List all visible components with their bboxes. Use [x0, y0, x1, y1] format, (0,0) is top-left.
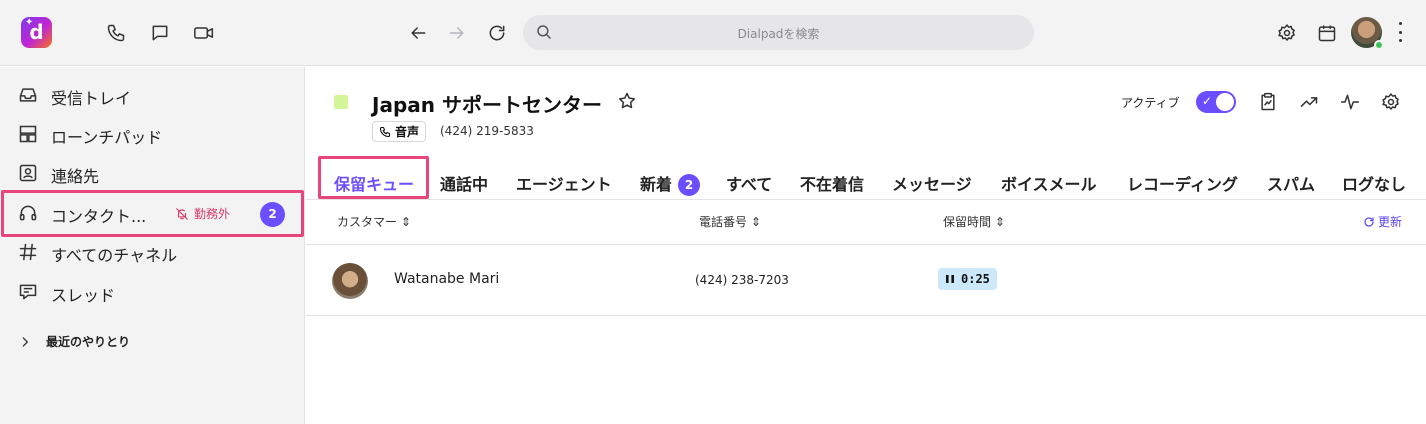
- channel-phone-number: (424) 219-5833: [440, 124, 534, 138]
- launchpad-icon: [18, 124, 38, 144]
- channel-color-square: [334, 95, 348, 109]
- sidebar: 受信トレイ ローンチパッド 連絡先 コンタクト... 勤務外 2 すべてのチャネ…: [0, 67, 305, 424]
- chat-icon[interactable]: [148, 21, 172, 45]
- tab-voicemail[interactable]: ボイスメール: [1001, 171, 1097, 195]
- more-menu-icon[interactable]: [1397, 22, 1403, 42]
- refresh-label: 更新: [1378, 215, 1403, 229]
- activity-icon[interactable]: [1339, 91, 1361, 113]
- refresh-button[interactable]: 更新: [1363, 213, 1402, 230]
- channel-type-tag: 音声: [372, 121, 427, 142]
- customer-avatar: [332, 263, 368, 299]
- chevron-right-icon: [22, 336, 28, 347]
- tab-agents[interactable]: エージェント: [516, 171, 612, 195]
- forward-arrow-icon[interactable]: [445, 21, 469, 45]
- header-divider: [306, 244, 1426, 245]
- tab-label: 新着: [640, 175, 673, 194]
- hash-icon: [18, 242, 38, 262]
- tab-spam[interactable]: スパム: [1267, 171, 1315, 195]
- active-label: アクティブ: [1121, 96, 1180, 110]
- phone-icon: [379, 126, 391, 137]
- tab-missed[interactable]: 不在着信: [800, 171, 864, 195]
- tab-messages[interactable]: メッセージ: [892, 171, 972, 195]
- hold-time-value: 0:25: [961, 272, 990, 286]
- sidebar-item-label: ローンチパッド: [51, 128, 163, 147]
- trend-up-icon[interactable]: [1298, 91, 1320, 113]
- hold-time-chip: 0:25: [938, 268, 997, 290]
- tab-all[interactable]: すべて: [726, 171, 772, 195]
- column-label: カスタマー: [337, 215, 398, 229]
- top-bar: ✦ d Dialpadを検索: [0, 0, 1426, 66]
- contacts-icon: [18, 163, 38, 183]
- sidebar-item-launchpad[interactable]: ローンチパッド: [0, 115, 305, 153]
- sort-icon: ⇕: [991, 215, 1005, 229]
- channel-settings-icon[interactable]: [1380, 91, 1402, 113]
- channel-type-label: 音声: [395, 125, 420, 139]
- channel-title: Japan サポートセンター: [372, 93, 602, 117]
- video-icon[interactable]: [192, 21, 216, 45]
- threads-icon: [18, 282, 38, 302]
- tab-recordings[interactable]: レコーディング: [1127, 171, 1238, 195]
- main-panel: Japan サポートセンター 音声 (424) 219-5833 アクティブ ✓…: [306, 67, 1426, 424]
- sort-icon: ⇕: [397, 215, 411, 229]
- reload-icon[interactable]: [485, 21, 509, 45]
- pause-icon: [946, 275, 954, 283]
- back-arrow-icon[interactable]: [406, 21, 430, 45]
- row-divider: [306, 315, 1426, 316]
- dialpad-logo[interactable]: ✦ d: [21, 17, 52, 48]
- customer-phone: (424) 238-7203: [695, 273, 789, 287]
- sidebar-item-inbox[interactable]: 受信トレイ: [0, 76, 305, 114]
- tab-highlight-box: [318, 156, 429, 199]
- sidebar-item-label: 連絡先: [51, 167, 100, 186]
- recent-interactions-toggle[interactable]: 最近のやりとり: [18, 333, 130, 350]
- clipboard-chart-icon[interactable]: [1257, 91, 1279, 113]
- sidebar-item-contacts[interactable]: 連絡先: [0, 154, 305, 192]
- active-toggle[interactable]: ✓: [1196, 91, 1236, 113]
- sparkle-icon: ✦: [25, 17, 34, 28]
- sidebar-item-label: 受信トレイ: [51, 89, 132, 108]
- recent-label: 最近のやりとり: [46, 335, 131, 349]
- sidebar-item-label: スレッド: [51, 286, 116, 305]
- column-label: 電話番号: [699, 215, 748, 229]
- calendar-icon[interactable]: [1315, 21, 1339, 45]
- column-header-phone[interactable]: 電話番号 ⇕: [699, 213, 761, 230]
- column-header-customer[interactable]: カスタマー ⇕: [337, 213, 411, 230]
- phone-icon[interactable]: [104, 21, 128, 45]
- sidebar-item-all-channels[interactable]: すべてのチャネル: [0, 233, 305, 271]
- tab-no-logs[interactable]: ログなし: [1342, 171, 1406, 195]
- tab-new[interactable]: 新着 2: [640, 171, 701, 196]
- tab-in-call[interactable]: 通話中: [440, 171, 488, 195]
- gear-icon[interactable]: [1275, 21, 1299, 45]
- star-icon[interactable]: [617, 91, 637, 115]
- tab-new-count-badge: 2: [678, 174, 701, 196]
- inbox-icon: [18, 85, 38, 105]
- sidebar-highlight-box: [1, 190, 304, 237]
- sidebar-item-threads[interactable]: スレッド: [0, 273, 305, 311]
- refresh-icon: [1364, 216, 1374, 227]
- customer-name: Watanabe Mari: [394, 271, 500, 287]
- sidebar-item-label: すべてのチャネル: [51, 246, 178, 265]
- tab-bar: 保留キュー 通話中 エージェント 新着 2 すべて 不在着信 メッセージ ボイスメ…: [306, 159, 1426, 200]
- check-icon: ✓: [1202, 94, 1213, 108]
- search-input[interactable]: Dialpadを検索: [523, 15, 1034, 50]
- sort-icon: ⇕: [747, 215, 761, 229]
- search-placeholder: Dialpadを検索: [737, 27, 820, 41]
- online-status-dot: [1374, 40, 1384, 50]
- column-label: 保留時間: [943, 215, 992, 229]
- column-header-hold-time[interactable]: 保留時間 ⇕: [943, 213, 1005, 230]
